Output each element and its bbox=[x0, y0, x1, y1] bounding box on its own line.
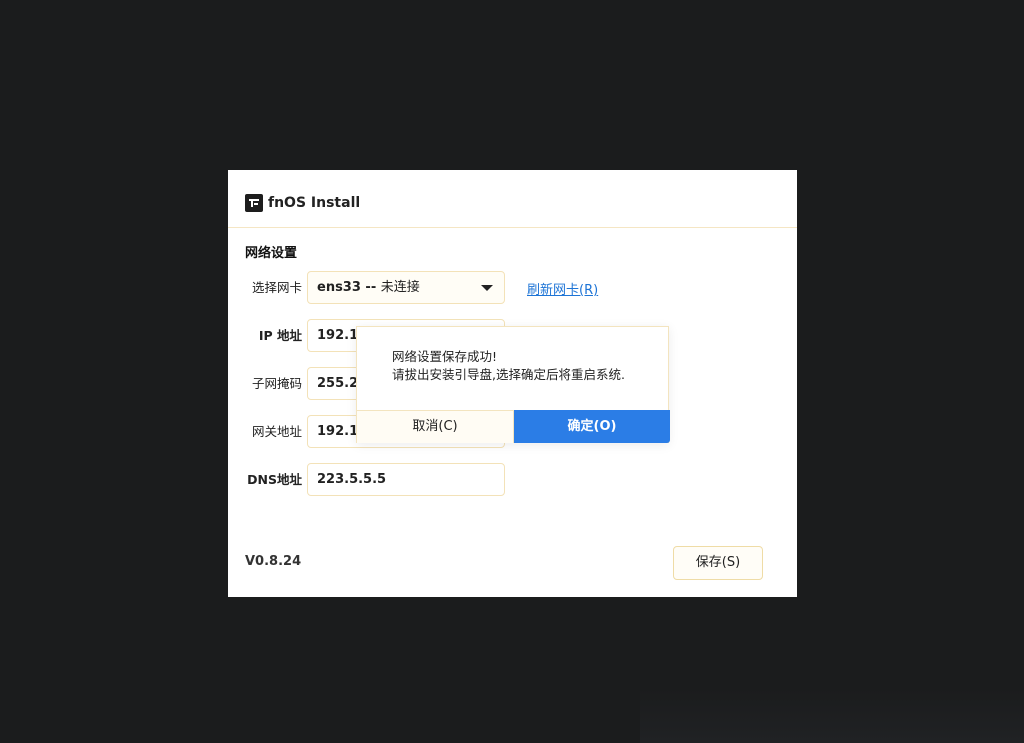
cancel-button[interactable]: 取消(C) bbox=[357, 410, 514, 443]
nic-label: 选择网卡 bbox=[251, 280, 302, 295]
gateway-label: 网关地址 bbox=[251, 424, 302, 439]
dns-value: 223.5.5.5 bbox=[317, 472, 387, 487]
nic-select[interactable]: ens33 -- 未连接 bbox=[307, 271, 505, 304]
ip-label: IP 地址 bbox=[258, 328, 302, 343]
window-title: fnOS Install bbox=[268, 195, 361, 211]
section-title: 网络设置 bbox=[245, 246, 298, 261]
dialog-message-body: 请拔出安装引导盘,选择确定后将重启系统. bbox=[392, 367, 625, 382]
refresh-nic-link[interactable]: 刷新网卡(R) bbox=[527, 279, 598, 298]
dialog-message-title: 网络设置保存成功! bbox=[392, 349, 498, 364]
fnos-logo-icon bbox=[245, 194, 263, 212]
confirm-dialog: 网络设置保存成功! 请拔出安装引导盘,选择确定后将重启系统. 取消(C) 确定(… bbox=[356, 326, 670, 443]
chevron-down-icon bbox=[481, 285, 493, 291]
gateway-value: 192.1 bbox=[317, 424, 359, 439]
version-label: V0.8.24 bbox=[245, 554, 302, 569]
save-button[interactable]: 保存(S) bbox=[673, 546, 763, 580]
background-shade bbox=[640, 688, 1024, 743]
netmask-value: 255.2 bbox=[317, 376, 359, 391]
nic-select-value: ens33 -- 未连接 bbox=[317, 280, 420, 296]
confirm-button[interactable]: 确定(O) bbox=[514, 410, 670, 443]
desktop: fnOS Install 网络设置 选择网卡 ens33 -- 未连接 刷新网卡… bbox=[0, 0, 1024, 743]
ip-value: 192.1 bbox=[317, 328, 359, 343]
nic-name: ens33 -- bbox=[317, 280, 377, 295]
title-bar: fnOS Install bbox=[228, 170, 797, 228]
dns-label: DNS地址 bbox=[247, 472, 302, 487]
netmask-label: 子网掩码 bbox=[251, 376, 302, 391]
dns-input[interactable]: 223.5.5.5 bbox=[307, 463, 505, 496]
nic-status: 未连接 bbox=[380, 280, 420, 295]
